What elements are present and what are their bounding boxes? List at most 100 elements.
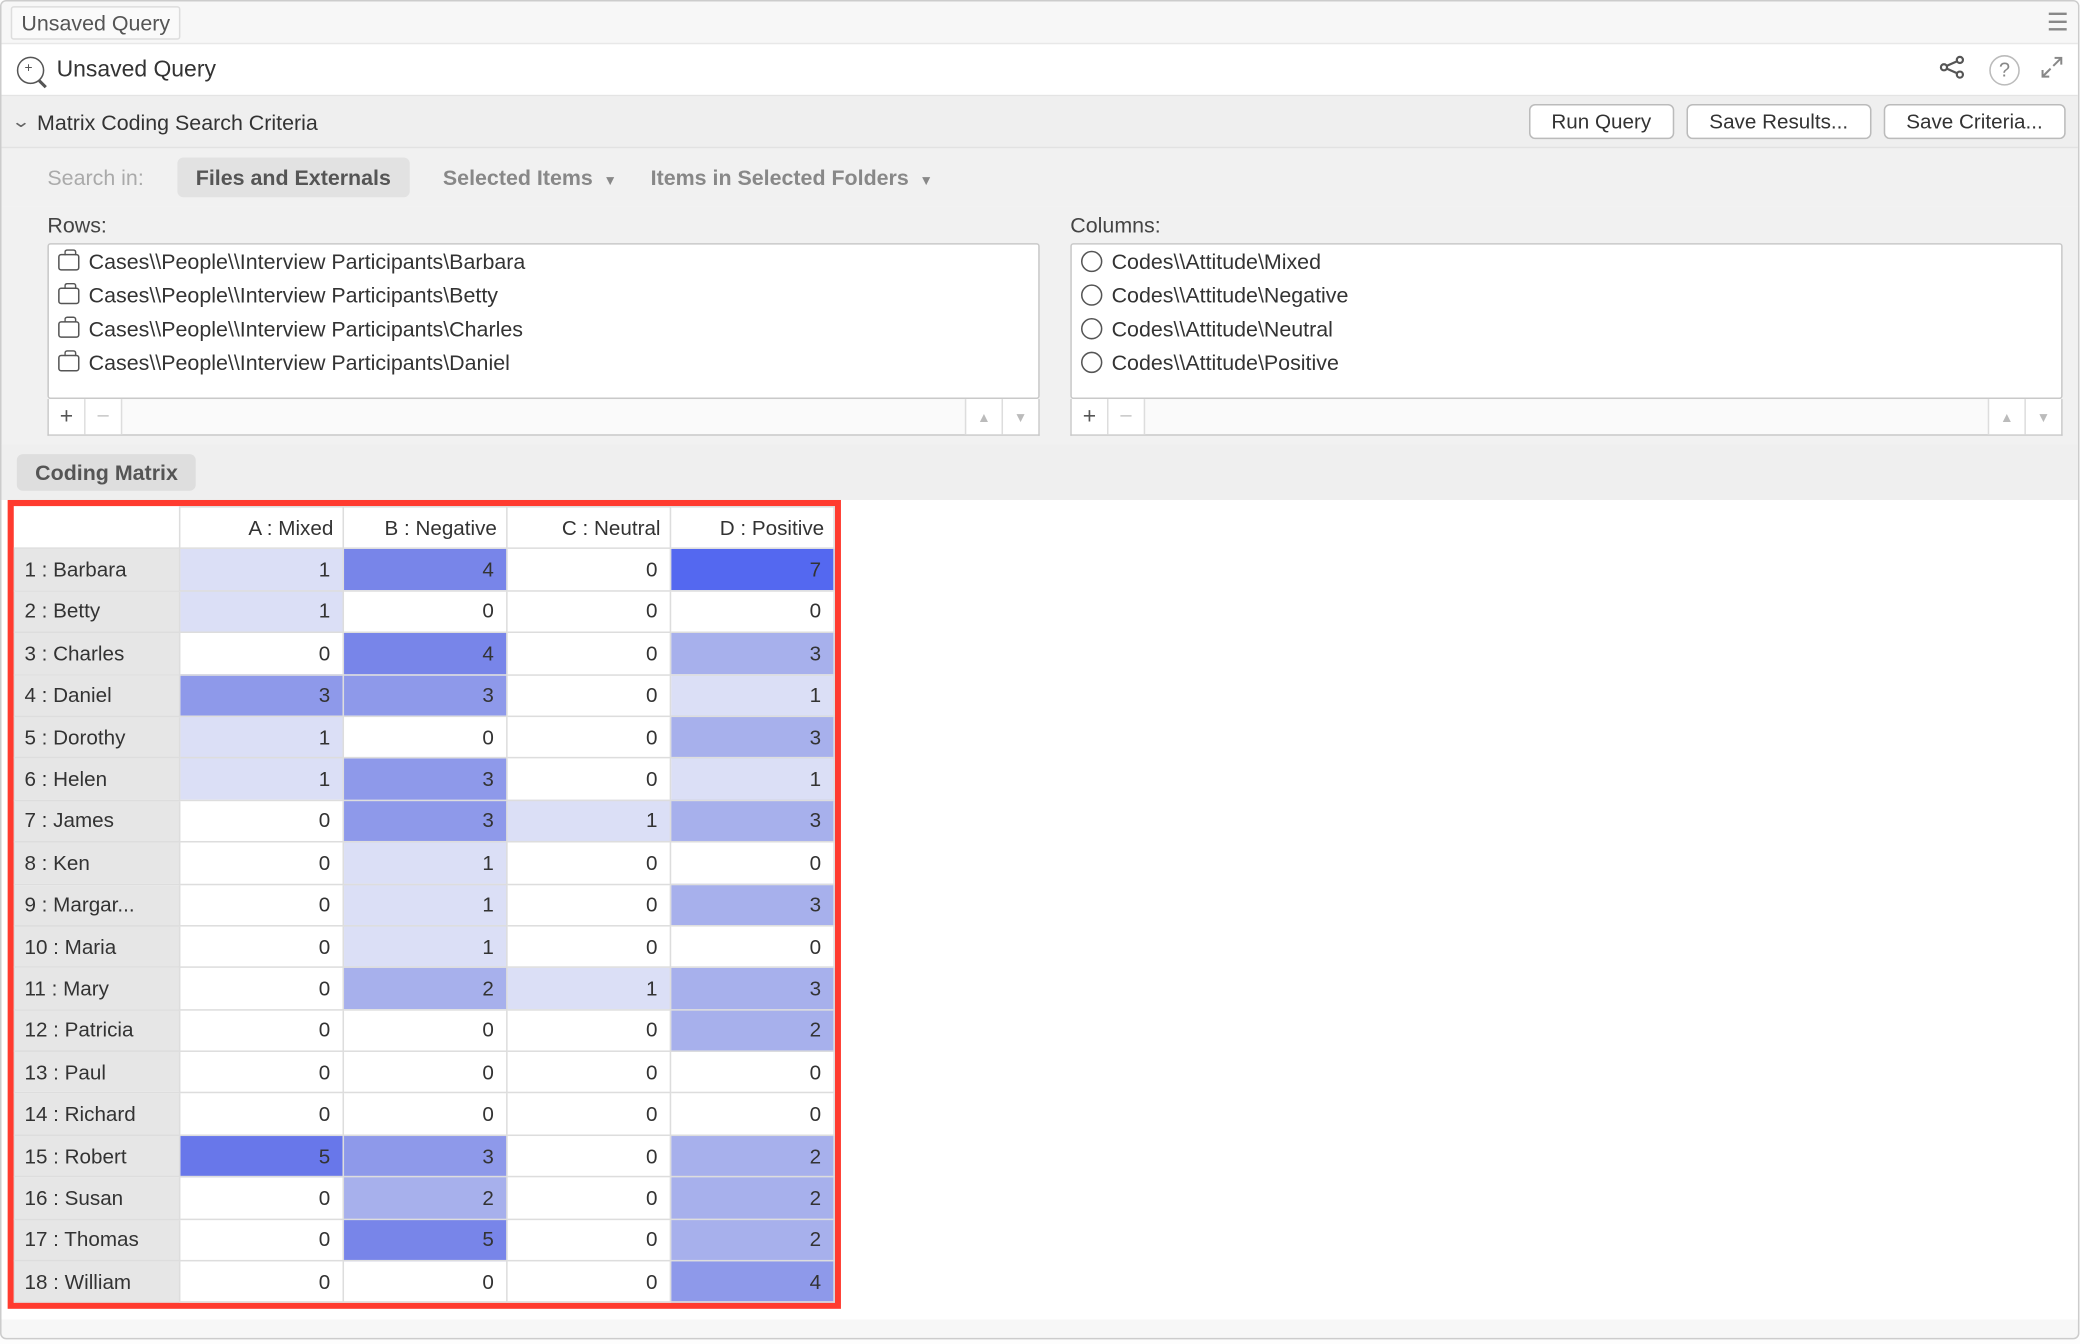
matrix-cell[interactable]: 0 [670, 591, 834, 633]
matrix-cell[interactable]: 0 [343, 1261, 507, 1303]
matrix-cell[interactable]: 0 [507, 1009, 671, 1051]
matrix-cell[interactable]: 3 [343, 674, 507, 716]
collapse-icon[interactable]: ⌄ [11, 112, 31, 132]
matrix-cell[interactable]: 0 [343, 1009, 507, 1051]
matrix-cell[interactable]: 4 [343, 549, 507, 591]
list-item[interactable]: Codes\\Attitude\Positive [1072, 346, 2061, 380]
matrix-cell[interactable]: 0 [507, 1093, 671, 1135]
matrix-cell[interactable]: 0 [180, 1009, 344, 1051]
expand-icon[interactable] [2041, 57, 2062, 83]
matrix-cell[interactable]: 0 [180, 926, 344, 968]
matrix-cell[interactable]: 1 [343, 842, 507, 884]
filter-items-in-folders[interactable]: Items in Selected Folders ▼ [651, 165, 933, 189]
menu-icon[interactable]: ☰ [2047, 7, 2069, 38]
row-header[interactable]: 1 : Barbara [15, 549, 180, 591]
matrix-cell[interactable]: 4 [343, 633, 507, 675]
matrix-cell[interactable]: 7 [670, 549, 834, 591]
cols-down-button[interactable]: ▼ [2024, 399, 2061, 434]
column-header[interactable]: C : Neutral [507, 507, 671, 549]
tab-coding-matrix[interactable]: Coding Matrix [17, 454, 196, 491]
row-header[interactable]: 12 : Patricia [15, 1009, 180, 1051]
matrix-cell[interactable]: 1 [507, 968, 671, 1010]
matrix-cell[interactable]: 0 [180, 800, 344, 842]
list-item[interactable]: Codes\\Attitude\Mixed [1072, 245, 2061, 279]
row-header[interactable]: 18 : William [15, 1261, 180, 1303]
matrix-cell[interactable]: 0 [180, 1219, 344, 1261]
help-icon[interactable]: ? [1989, 54, 2020, 85]
matrix-cell[interactable]: 0 [180, 968, 344, 1010]
matrix-cell[interactable]: 0 [507, 549, 671, 591]
matrix-cell[interactable]: 3 [670, 633, 834, 675]
matrix-cell[interactable]: 1 [180, 758, 344, 800]
matrix-cell[interactable]: 3 [670, 884, 834, 926]
matrix-cell[interactable]: 0 [180, 1051, 344, 1093]
matrix-cell[interactable]: 0 [507, 884, 671, 926]
rows-listbox[interactable]: Cases\\People\\Interview Participants\Ba… [47, 243, 1039, 399]
column-header[interactable]: D : Positive [670, 507, 834, 549]
matrix-cell[interactable]: 1 [180, 591, 344, 633]
cols-remove-button[interactable]: − [1109, 399, 1146, 434]
filter-selected-items[interactable]: Selected Items ▼ [443, 165, 617, 189]
column-header[interactable]: A : Mixed [180, 507, 344, 549]
run-query-button[interactable]: Run Query [1528, 104, 1674, 139]
column-header[interactable]: B : Negative [343, 507, 507, 549]
matrix-cell[interactable]: 0 [507, 842, 671, 884]
matrix-cell[interactable]: 0 [507, 758, 671, 800]
save-criteria-button[interactable]: Save Criteria... [1883, 104, 2065, 139]
matrix-cell[interactable]: 0 [507, 1219, 671, 1261]
matrix-cell[interactable]: 3 [343, 758, 507, 800]
row-header[interactable]: 14 : Richard [15, 1093, 180, 1135]
row-header[interactable]: 17 : Thomas [15, 1219, 180, 1261]
matrix-cell[interactable]: 2 [343, 968, 507, 1010]
list-item[interactable]: Cases\\People\\Interview Participants\Ch… [49, 312, 1038, 346]
matrix-cell[interactable]: 3 [343, 1135, 507, 1177]
matrix-cell[interactable]: 0 [180, 1093, 344, 1135]
matrix-cell[interactable]: 2 [343, 1177, 507, 1219]
matrix-cell[interactable]: 1 [180, 716, 344, 758]
row-header[interactable]: 4 : Daniel [15, 674, 180, 716]
matrix-cell[interactable]: 0 [507, 716, 671, 758]
matrix-cell[interactable]: 0 [507, 591, 671, 633]
matrix-cell[interactable]: 0 [180, 884, 344, 926]
row-header[interactable]: 7 : James [15, 800, 180, 842]
row-header[interactable]: 15 : Robert [15, 1135, 180, 1177]
matrix-cell[interactable]: 0 [180, 633, 344, 675]
row-header[interactable]: 16 : Susan [15, 1177, 180, 1219]
matrix-cell[interactable]: 1 [343, 926, 507, 968]
rows-add-button[interactable]: + [49, 399, 86, 434]
matrix-cell[interactable]: 0 [180, 1261, 344, 1303]
matrix-cell[interactable]: 5 [343, 1219, 507, 1261]
matrix-cell[interactable]: 0 [343, 716, 507, 758]
matrix-cell[interactable]: 3 [670, 800, 834, 842]
cols-up-button[interactable]: ▲ [1988, 399, 2025, 434]
matrix-cell[interactable]: 4 [670, 1261, 834, 1303]
matrix-cell[interactable]: 0 [670, 926, 834, 968]
row-header[interactable]: 11 : Mary [15, 968, 180, 1010]
row-header[interactable]: 6 : Helen [15, 758, 180, 800]
matrix-cell[interactable]: 1 [343, 884, 507, 926]
matrix-cell[interactable]: 2 [670, 1219, 834, 1261]
matrix-cell[interactable]: 0 [180, 1177, 344, 1219]
matrix-cell[interactable]: 0 [343, 1051, 507, 1093]
matrix-cell[interactable]: 0 [507, 1135, 671, 1177]
matrix-cell[interactable]: 2 [670, 1135, 834, 1177]
matrix-cell[interactable]: 1 [670, 674, 834, 716]
rows-down-button[interactable]: ▼ [1001, 399, 1038, 434]
row-header[interactable]: 9 : Margar... [15, 884, 180, 926]
list-item[interactable]: Cases\\People\\Interview Participants\Be… [49, 278, 1038, 312]
columns-listbox[interactable]: Codes\\Attitude\MixedCodes\\Attitude\Neg… [1070, 243, 2062, 399]
matrix-cell[interactable]: 0 [507, 926, 671, 968]
row-header[interactable]: 3 : Charles [15, 633, 180, 675]
list-item[interactable]: Cases\\People\\Interview Participants\Ba… [49, 245, 1038, 279]
matrix-cell[interactable]: 3 [670, 968, 834, 1010]
list-item[interactable]: Codes\\Attitude\Negative [1072, 278, 2061, 312]
matrix-cell[interactable]: 2 [670, 1009, 834, 1051]
filter-files-externals[interactable]: Files and Externals [177, 157, 409, 197]
save-results-button[interactable]: Save Results... [1686, 104, 1871, 139]
cols-add-button[interactable]: + [1072, 399, 1109, 434]
matrix-cell[interactable]: 2 [670, 1177, 834, 1219]
share-icon[interactable] [1937, 55, 1968, 84]
matrix-cell[interactable]: 0 [670, 842, 834, 884]
row-header[interactable]: 5 : Dorothy [15, 716, 180, 758]
coding-matrix-table[interactable]: A : MixedB : NegativeC : NeutralD : Posi… [14, 506, 835, 1303]
